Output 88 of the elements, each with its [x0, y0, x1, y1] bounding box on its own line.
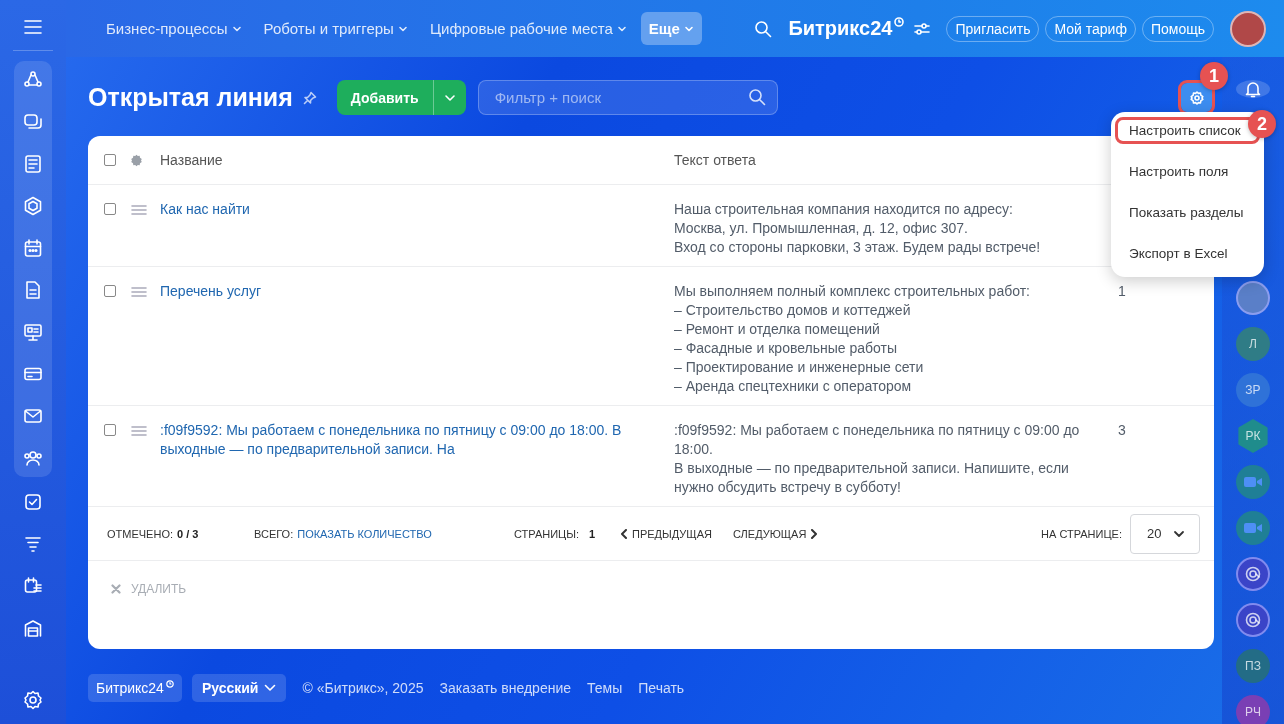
answer-text: Мы выполняем полный комплекс строительных работ: – Строительство домов и коттеджей – Ремонт и отделка помещений – Фасадные и кровельные работы – Проектирование и инженерные сети – Аренда спецтехники с оператором [674, 282, 1031, 396]
clock-icon [894, 17, 905, 27]
drag-handle-icon[interactable] [131, 426, 147, 436]
chat-icon[interactable] [23, 112, 43, 132]
chat-button[interactable] [1236, 557, 1270, 591]
column-header[interactable]: Название [160, 150, 674, 170]
footer-link[interactable]: Заказать внедрение [439, 680, 571, 696]
copyright-text: © «Битрикс», 2025 [302, 680, 424, 696]
next-page-button[interactable]: СЛЕДУЮЩАЯ [733, 527, 819, 540]
spiral-icon [1244, 611, 1262, 629]
language-select[interactable]: Русский [191, 674, 287, 702]
bell-icon [1244, 80, 1262, 98]
initials-avatar[interactable]: ЗР [1236, 373, 1270, 407]
column-header[interactable]: Текст ответа [674, 150, 1112, 170]
prev-page-button[interactable]: ПРЕДЫДУЩАЯ [620, 527, 733, 540]
spiral-icon [1244, 565, 1262, 583]
page-title: Открытая линия [88, 83, 293, 112]
step-badge: 2 [1248, 110, 1276, 138]
name-link[interactable]: :f09f9592: Мы работаем с понедельника по пятницу с 09:00 до 18:00. В выходные — по предварительной записи. На [160, 421, 674, 497]
search-icon [747, 88, 766, 106]
row-checkbox[interactable] [104, 203, 116, 215]
current-page: 1 [589, 527, 596, 540]
initials-avatar[interactable]: Л [1236, 327, 1270, 361]
drag-handle-icon[interactable] [131, 205, 147, 215]
camera-icon [1243, 475, 1263, 489]
drag-handle-icon[interactable] [131, 287, 147, 297]
per-page-label: НА СТРАНИЦЕ: [1041, 527, 1122, 540]
name-link[interactable]: Как нас найти [160, 200, 674, 257]
presentation-icon[interactable] [23, 322, 43, 342]
name-link[interactable]: Перечень услуг [160, 282, 674, 396]
pages-label: СТРАНИЦЫ: [514, 527, 580, 540]
nodes-icon[interactable] [23, 70, 43, 90]
settings-icon [1189, 90, 1204, 105]
nav-tab[interactable]: Цифровые рабочие места [421, 12, 635, 45]
nav-tab[interactable]: Бизнес-процессы [98, 12, 250, 45]
calendar-icon[interactable] [23, 238, 43, 258]
camera-icon [1243, 521, 1263, 535]
clock-icon [165, 680, 174, 688]
add-button[interactable]: Добавить [336, 80, 466, 115]
chat-button[interactable] [1236, 603, 1270, 637]
chevron-right-icon [810, 528, 819, 539]
initials-avatar[interactable]: ПЗ [1236, 649, 1270, 683]
settings-icon[interactable] [23, 690, 43, 710]
initials-avatar[interactable]: РЧ [1236, 695, 1270, 724]
menu-item[interactable]: Настроить поля [1115, 158, 1260, 185]
per-page-select[interactable]: 20 [1130, 513, 1200, 554]
chevron-down-icon [1173, 529, 1185, 538]
table-cell-text: 3 [1117, 421, 1127, 440]
nav-tab[interactable]: Роботы и триггеры [255, 12, 416, 45]
row-checkbox[interactable] [104, 285, 116, 297]
footer-link[interactable]: Печать [638, 680, 685, 696]
selected-count: 0 / 3 [177, 527, 199, 540]
chevron-down-icon [264, 684, 277, 692]
answer-text: Наша строительная компания находится по адресу: Москва, ул. Промышленная, д. 12, офис 307. Вход со стороны парковки, 3 этаж. Будем рады встрече! [674, 200, 1042, 257]
footer-link[interactable]: Темы [587, 680, 623, 696]
step-badge: 1 [1200, 62, 1228, 90]
checkbox-icon[interactable] [23, 492, 43, 512]
people-icon[interactable] [23, 448, 43, 468]
menu-icon[interactable] [23, 18, 43, 36]
hexagon-icon[interactable] [23, 196, 43, 216]
group-avatar[interactable]: РК [1236, 419, 1270, 453]
document-icon[interactable] [23, 154, 43, 174]
filter-icon[interactable] [23, 534, 43, 554]
answer-text: :f09f9592: Мы работаем с понедельника по пятницу с 09:00 до 18:00. В выходные — по предварительной записи. Напишите, если нужно обсудить встречу в субботу! [674, 421, 1081, 497]
mail-icon[interactable] [23, 406, 43, 426]
show-count-link[interactable]: ПОКАЗАТЬ КОЛИЧЕСТВО [297, 527, 432, 540]
table-cell-text: 1 [1117, 282, 1127, 301]
search-icon[interactable] [754, 19, 773, 38]
nav-tab[interactable]: Еще [640, 12, 702, 45]
settings-button[interactable] [1181, 83, 1212, 112]
row-checkbox[interactable] [104, 424, 116, 436]
close-icon [111, 584, 121, 594]
total-label: ВСЕГО: [254, 527, 294, 540]
chevron-left-icon [620, 528, 628, 539]
selected-label: ОТМЕЧЕНО: [107, 527, 173, 540]
chevron-down-icon [443, 92, 456, 103]
sliders-icon[interactable] [914, 21, 931, 36]
file-icon[interactable] [23, 280, 43, 300]
notifications-button[interactable] [1236, 80, 1270, 98]
logo-text: Битрикс24 [788, 17, 893, 40]
warehouse-icon[interactable] [23, 618, 43, 638]
user-avatar[interactable] [1236, 281, 1270, 315]
pin-icon[interactable] [302, 90, 317, 105]
calendar-list-icon[interactable] [23, 576, 43, 596]
menu-item[interactable]: Показать разделы [1115, 199, 1260, 226]
menu-item[interactable]: Экспорт в Excel [1115, 240, 1260, 267]
brand-button[interactable]: Битрикс24 [88, 674, 182, 702]
select-all-checkbox[interactable] [104, 154, 116, 166]
